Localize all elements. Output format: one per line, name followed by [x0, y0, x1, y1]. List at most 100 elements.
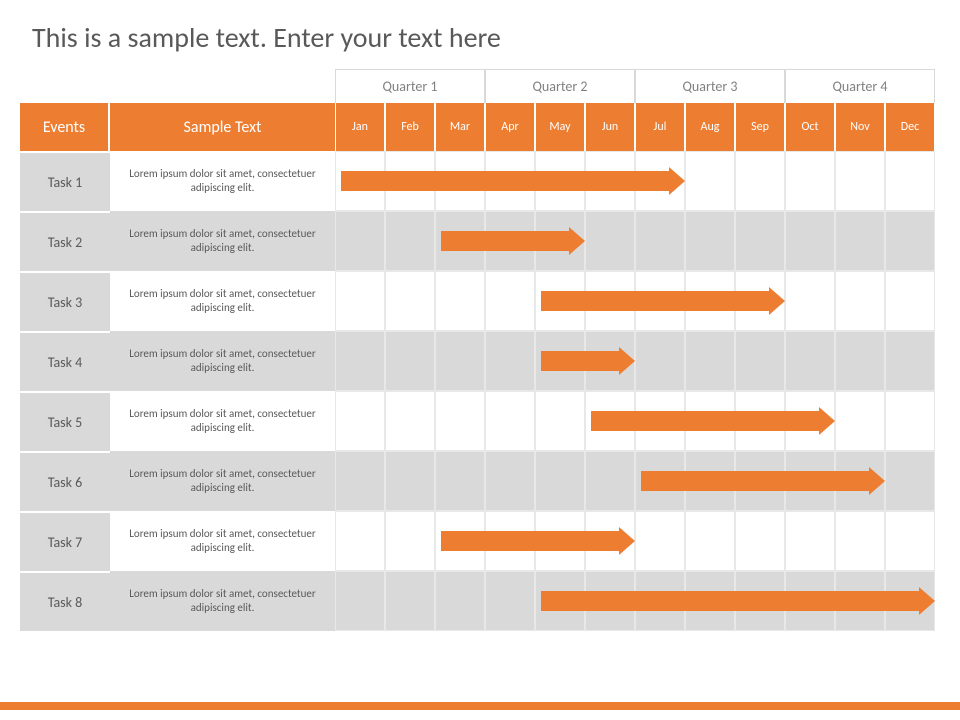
quarter-cell: Quarter 3	[635, 69, 785, 103]
timeline-cell	[785, 211, 835, 271]
timeline-cell	[635, 331, 685, 391]
timeline-cell	[385, 391, 435, 451]
timeline-cell	[335, 331, 385, 391]
gantt-bar-arrow	[441, 231, 569, 251]
gantt-bar-arrow	[591, 411, 819, 431]
timeline-cell	[735, 211, 785, 271]
timeline-cell	[785, 331, 835, 391]
gantt-bar-arrow	[441, 531, 619, 551]
task-name-cell: Task 8	[20, 571, 110, 631]
page-title: This is a sample text. Enter your text h…	[0, 0, 960, 69]
timeline-cell	[685, 211, 735, 271]
quarter-cell: Quarter 2	[485, 69, 635, 103]
timeline-cell	[885, 271, 935, 331]
timeline-cell	[335, 211, 385, 271]
timeline-cell	[885, 391, 935, 451]
header-months: Jan Feb Mar Apr May Jun Jul Aug Sep Oct …	[335, 103, 935, 151]
task-row: Task 3Lorem ipsum dolor sit amet, consec…	[20, 271, 940, 331]
gantt-bar-arrow	[541, 351, 619, 371]
timeline-cell	[485, 271, 535, 331]
timeline-cell	[835, 331, 885, 391]
task-row: Task 7Lorem ipsum dolor sit amet, consec…	[20, 511, 940, 571]
task-timeline	[335, 391, 935, 451]
timeline-cell	[535, 451, 585, 511]
timeline-cell	[435, 331, 485, 391]
month-cell: Mar	[435, 103, 485, 151]
task-row: Task 2Lorem ipsum dolor sit amet, consec…	[20, 211, 940, 271]
timeline-cell	[685, 511, 735, 571]
timeline-cell	[835, 151, 885, 211]
timeline-cell	[385, 571, 435, 631]
gantt-body: Task 1Lorem ipsum dolor sit amet, consec…	[20, 151, 940, 631]
timeline-cell	[335, 511, 385, 571]
month-cell: Jul	[635, 103, 685, 151]
gantt-bar-arrow	[541, 291, 769, 311]
timeline-cell	[385, 331, 435, 391]
task-description: Lorem ipsum dolor sit amet, consectetuer…	[110, 571, 335, 631]
timeline-cell	[435, 571, 485, 631]
gantt-bar-arrow	[641, 471, 869, 491]
timeline-cell	[685, 331, 735, 391]
timeline-cell	[835, 511, 885, 571]
timeline-cell	[735, 151, 785, 211]
month-cell: Aug	[685, 103, 735, 151]
timeline-cell	[385, 271, 435, 331]
timeline-cell	[835, 211, 885, 271]
task-name-cell: Task 4	[20, 331, 110, 391]
task-timeline	[335, 331, 935, 391]
quarter-header-row: Quarter 1 Quarter 2 Quarter 3 Quarter 4	[335, 69, 935, 103]
month-cell: Sep	[735, 103, 785, 151]
task-description: Lorem ipsum dolor sit amet, consectetuer…	[110, 331, 335, 391]
task-timeline	[335, 211, 935, 271]
task-name-cell: Task 5	[20, 391, 110, 451]
timeline-cell	[585, 211, 635, 271]
gantt-bar-arrow	[341, 171, 669, 191]
timeline-cell	[385, 451, 435, 511]
timeline-cell	[335, 391, 385, 451]
timeline-cell	[785, 271, 835, 331]
timeline-cell	[885, 451, 935, 511]
task-name-cell: Task 6	[20, 451, 110, 511]
task-row: Task 6Lorem ipsum dolor sit amet, consec…	[20, 451, 940, 511]
task-row: Task 5Lorem ipsum dolor sit amet, consec…	[20, 391, 940, 451]
timeline-cell	[485, 391, 535, 451]
timeline-cell	[335, 271, 385, 331]
timeline-cell	[885, 511, 935, 571]
task-timeline	[335, 571, 935, 631]
month-cell: Nov	[835, 103, 885, 151]
month-cell: Feb	[385, 103, 435, 151]
task-timeline	[335, 271, 935, 331]
header-sample-text: Sample Text	[110, 103, 335, 151]
timeline-cell	[735, 331, 785, 391]
timeline-cell	[885, 151, 935, 211]
task-description: Lorem ipsum dolor sit amet, consectetuer…	[110, 451, 335, 511]
task-timeline	[335, 451, 935, 511]
task-row: Task 8Lorem ipsum dolor sit amet, consec…	[20, 571, 940, 631]
timeline-cell	[435, 391, 485, 451]
timeline-cell	[685, 151, 735, 211]
task-name-cell: Task 2	[20, 211, 110, 271]
timeline-cell	[785, 511, 835, 571]
header-events: Events	[20, 103, 110, 151]
task-row: Task 4Lorem ipsum dolor sit amet, consec…	[20, 331, 940, 391]
timeline-cell	[835, 271, 885, 331]
header-row: Events Sample Text Jan Feb Mar Apr May J…	[20, 103, 940, 151]
timeline-cell	[335, 451, 385, 511]
timeline-cell	[785, 151, 835, 211]
gantt-chart: Quarter 1 Quarter 2 Quarter 3 Quarter 4 …	[20, 69, 940, 631]
timeline-cell	[385, 511, 435, 571]
task-name-cell: Task 3	[20, 271, 110, 331]
task-timeline	[335, 511, 935, 571]
task-description: Lorem ipsum dolor sit amet, consectetuer…	[110, 511, 335, 571]
timeline-cell	[335, 571, 385, 631]
timeline-cell	[485, 451, 535, 511]
task-description: Lorem ipsum dolor sit amet, consectetuer…	[110, 211, 335, 271]
task-row: Task 1Lorem ipsum dolor sit amet, consec…	[20, 151, 940, 211]
timeline-cell	[585, 451, 635, 511]
month-cell: Dec	[885, 103, 935, 151]
month-cell: May	[535, 103, 585, 151]
timeline-cell	[535, 391, 585, 451]
quarter-cell: Quarter 1	[335, 69, 485, 103]
timeline-cell	[635, 511, 685, 571]
task-description: Lorem ipsum dolor sit amet, consectetuer…	[110, 271, 335, 331]
